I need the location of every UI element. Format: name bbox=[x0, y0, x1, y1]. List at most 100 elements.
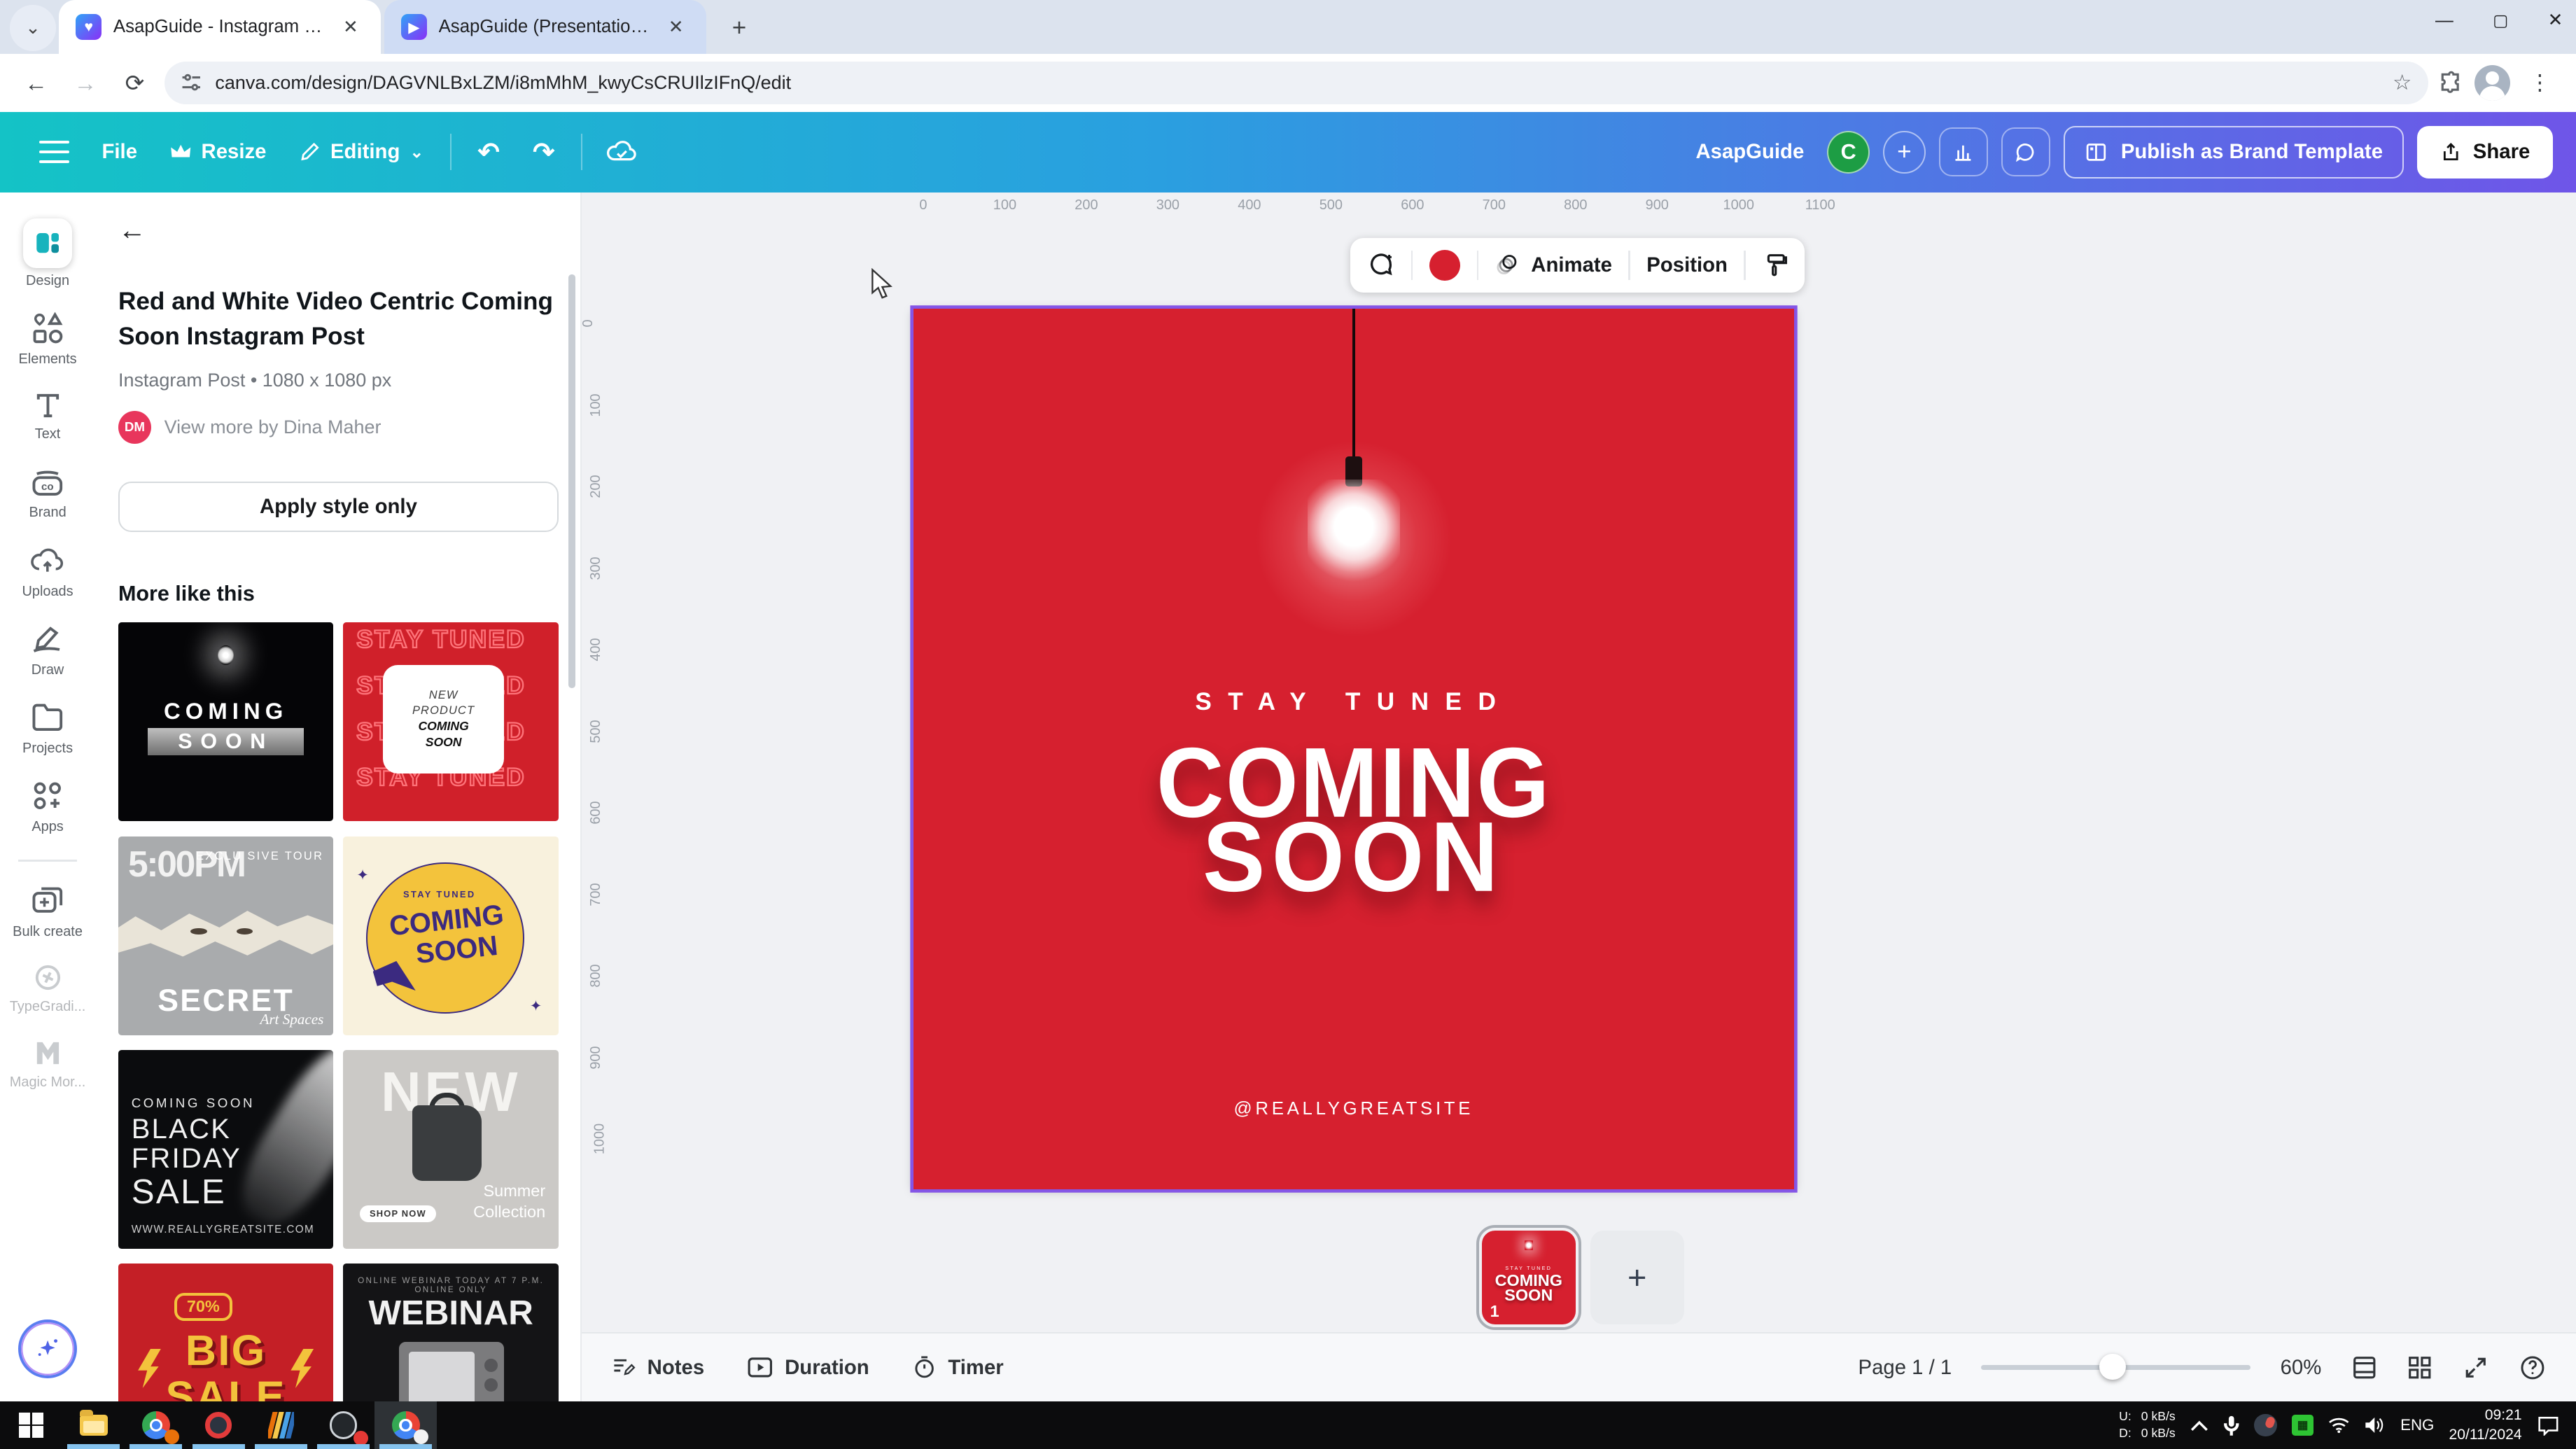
sidebar-item-design[interactable]: Design bbox=[23, 218, 72, 288]
browser-tabstrip: ⌄ ♥ AsapGuide - Instagram Post ✕ ▶ AsapG… bbox=[0, 0, 2576, 54]
reload-icon[interactable]: ⟳ bbox=[115, 63, 154, 102]
template-thumbnail-stay-tuned-red[interactable]: STAY TUNED STAY TUNED STAY TUNED STAY TU… bbox=[343, 622, 558, 821]
publish-brand-template-button[interactable]: Publish as Brand Template bbox=[2064, 126, 2404, 178]
paint-roller-icon[interactable] bbox=[1762, 252, 1788, 279]
sidebar-item-elements[interactable]: Elements bbox=[19, 310, 77, 368]
sidebar-item-typegradient[interactable]: TypeGradi... bbox=[10, 961, 86, 1015]
help-icon[interactable] bbox=[2519, 1354, 2547, 1382]
sidebar-item-uploads[interactable]: Uploads bbox=[22, 542, 73, 600]
pages-view-icon[interactable] bbox=[2351, 1354, 2378, 1381]
ruler-tick: 700 bbox=[589, 883, 605, 906]
typegradient-icon bbox=[31, 961, 64, 994]
close-window-icon[interactable]: ✕ bbox=[2548, 10, 2563, 31]
sidebar-item-projects[interactable]: Projects bbox=[22, 699, 73, 757]
animate-button[interactable]: Animate bbox=[1495, 252, 1612, 279]
sidebar-item-draw[interactable]: Draw bbox=[29, 621, 66, 678]
close-tab-icon[interactable]: ✕ bbox=[662, 13, 690, 41]
design-panel: ← Red and White Video Centric Coming Soo… bbox=[95, 192, 582, 1401]
design-canvas-page[interactable]: STAY TUNED COMING SOON @REALLYGREATSITE bbox=[913, 309, 1794, 1189]
call-app-icon[interactable] bbox=[2254, 1414, 2277, 1437]
template-thumbnail-summer-collection[interactable]: NEW SHOP NOW SummerCollection bbox=[343, 1050, 558, 1249]
taskbar-media-app[interactable] bbox=[250, 1401, 312, 1449]
close-tab-icon[interactable]: ✕ bbox=[337, 13, 365, 41]
language-indicator[interactable]: ENG bbox=[2400, 1416, 2434, 1434]
browser-profile-avatar[interactable] bbox=[2474, 65, 2511, 102]
grid-view-icon[interactable] bbox=[2407, 1354, 2433, 1381]
card: NEW PRODUCT COMING SOON bbox=[383, 665, 505, 774]
template-thumbnail-coming-soon-dark[interactable]: COMING SOON bbox=[118, 622, 333, 821]
template-thumbnail-secret-tour[interactable]: 5:00PM EXCLU SIVE TOUR SECRET Art Spaces bbox=[118, 836, 333, 1035]
insights-button[interactable] bbox=[1939, 127, 1988, 176]
tray-utility-icon[interactable]: ▦ bbox=[2292, 1415, 2314, 1436]
zoom-slider[interactable] bbox=[1981, 1365, 2250, 1370]
start-button[interactable] bbox=[0, 1401, 62, 1449]
zoom-slider-knob[interactable] bbox=[2099, 1354, 2126, 1380]
rail-divider bbox=[18, 860, 77, 861]
share-button[interactable]: Share bbox=[2417, 126, 2553, 178]
ruler-tick: 0 bbox=[581, 320, 597, 328]
bulb-glow bbox=[218, 645, 234, 665]
add-member-button[interactable]: + bbox=[1883, 131, 1926, 174]
taskbar-file-explorer[interactable] bbox=[62, 1401, 125, 1449]
tab-canva-design[interactable]: ♥ AsapGuide - Instagram Post ✕ bbox=[59, 0, 381, 54]
add-comment-icon[interactable] bbox=[1367, 251, 1395, 279]
taskbar-obs[interactable] bbox=[312, 1401, 374, 1449]
timer-button[interactable]: Timer bbox=[912, 1355, 1004, 1380]
comments-button[interactable] bbox=[2001, 127, 2050, 176]
bookmark-star-icon[interactable]: ☆ bbox=[2393, 71, 2412, 95]
panel-scrollbar[interactable] bbox=[568, 274, 575, 688]
add-page-button[interactable]: + bbox=[1590, 1231, 1684, 1324]
tab-search-chevron-icon[interactable]: ⌄ bbox=[10, 5, 56, 51]
extensions-puzzle-icon[interactable] bbox=[2438, 70, 2465, 97]
magic-assistant-button[interactable] bbox=[18, 1320, 77, 1378]
duration-button[interactable]: Duration bbox=[747, 1356, 869, 1380]
address-bar[interactable]: canva.com/design/DAGVNLBxLZM/i8mMhM_kwyC… bbox=[164, 62, 2428, 104]
account-avatar[interactable]: C bbox=[1827, 131, 1870, 174]
template-thumbnail-coming-soon-yellow[interactable]: STAY TUNED COMING SOON ✦ ✦ bbox=[343, 836, 558, 1035]
taskbar-opera[interactable] bbox=[188, 1401, 250, 1449]
tray-expand-chevron-icon[interactable] bbox=[2190, 1419, 2208, 1432]
apply-style-only-button[interactable]: Apply style only bbox=[118, 482, 559, 533]
volume-icon[interactable] bbox=[2364, 1416, 2386, 1434]
template-thumbnail-black-friday[interactable]: COMING SOON BLACK FRIDAY SALE WWW.REALLY… bbox=[118, 1050, 333, 1249]
site-settings-icon[interactable] bbox=[181, 72, 202, 94]
creator-byline[interactable]: View more by Dina Maher bbox=[164, 416, 382, 438]
clock[interactable]: 09:2120/11/2024 bbox=[2449, 1406, 2521, 1444]
colored-bars-icon bbox=[268, 1412, 295, 1438]
maximize-window-icon[interactable]: ▢ bbox=[2493, 10, 2508, 30]
resize-button[interactable]: Resize bbox=[153, 140, 282, 164]
notes-button[interactable]: Notes bbox=[611, 1355, 704, 1380]
minimize-window-icon[interactable]: — bbox=[2435, 10, 2454, 31]
sidebar-item-apps[interactable]: Apps bbox=[29, 778, 66, 835]
editing-mode-dropdown[interactable]: Editing ⌄ bbox=[283, 140, 440, 164]
redo-button[interactable]: ↷ bbox=[516, 136, 570, 167]
undo-button[interactable]: ↶ bbox=[461, 136, 516, 167]
new-tab-button[interactable]: + bbox=[720, 8, 759, 48]
crown-icon bbox=[170, 143, 192, 161]
tab-canva-presentation[interactable]: ▶ AsapGuide (Presentation) - You... ✕ bbox=[384, 0, 706, 54]
back-icon[interactable]: ← bbox=[16, 63, 55, 102]
forward-icon[interactable]: → bbox=[66, 63, 105, 102]
microphone-icon[interactable] bbox=[2223, 1415, 2239, 1436]
fullscreen-icon[interactable] bbox=[2463, 1354, 2489, 1381]
stay-tuned-text[interactable]: STAY TUNED bbox=[913, 688, 1794, 716]
sidebar-item-bulk-create[interactable]: Bulk create bbox=[13, 883, 83, 940]
file-menu-button[interactable]: File bbox=[85, 140, 153, 164]
wifi-icon[interactable] bbox=[2328, 1417, 2350, 1433]
taskbar-chrome-profile-1[interactable] bbox=[125, 1401, 187, 1449]
back-button[interactable]: ← bbox=[118, 215, 146, 246]
sidebar-item-magic-morph[interactable]: Magic Mor... bbox=[10, 1037, 86, 1091]
main-menu-button[interactable] bbox=[23, 141, 85, 164]
creator-avatar[interactable]: DM bbox=[118, 411, 151, 444]
context-toolbar: Animate Position bbox=[1350, 238, 1805, 292]
sidebar-item-brand[interactable]: co Brand bbox=[29, 464, 66, 522]
soon-text[interactable]: SOON bbox=[913, 800, 1794, 913]
action-center-icon[interactable] bbox=[2537, 1415, 2560, 1436]
sidebar-item-text[interactable]: Text bbox=[31, 388, 64, 442]
background-color-swatch[interactable] bbox=[1429, 250, 1461, 281]
position-button[interactable]: Position bbox=[1646, 253, 1728, 277]
page-1-thumbnail[interactable]: STAY TUNED COMINGSOON 1 bbox=[1482, 1231, 1576, 1324]
taskbar-chrome-active[interactable] bbox=[374, 1401, 437, 1449]
site-handle-text[interactable]: @REALLYGREATSITE bbox=[913, 1099, 1794, 1119]
browser-menu-icon[interactable]: ⋮ bbox=[2520, 63, 2559, 102]
